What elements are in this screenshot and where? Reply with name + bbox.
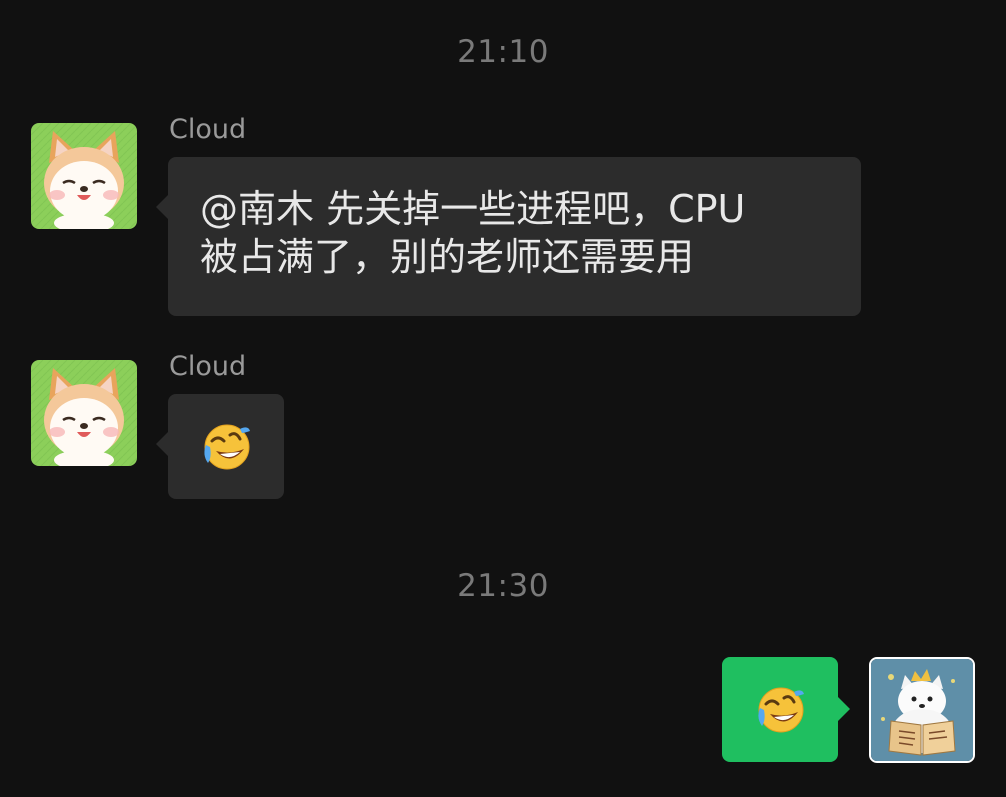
shiba-dog-avatar-icon	[31, 360, 137, 466]
timestamp: 21:10	[457, 34, 549, 70]
sender-avatar[interactable]	[31, 123, 137, 229]
sender-name: Cloud	[169, 351, 247, 382]
message-text-line: @南木 先关掉一些进程吧，CPU	[200, 187, 746, 231]
own-avatar[interactable]	[869, 657, 975, 763]
sender-name: Cloud	[169, 114, 247, 145]
message-bubble[interactable]	[156, 394, 284, 499]
laughing-crying-emoji-icon	[754, 684, 806, 736]
white-dog-reading-book-avatar-icon	[871, 659, 973, 761]
timestamp: 21:30	[457, 568, 549, 604]
sender-avatar[interactable]	[31, 360, 137, 466]
laughing-crying-emoji-icon	[200, 421, 252, 473]
shiba-dog-avatar-icon	[31, 123, 137, 229]
message-bubble[interactable]: @南木 先关掉一些进程吧，CPU 被占满了，别的老师还需要用	[156, 157, 861, 316]
message-text-line: 被占满了，别的老师还需要用	[200, 235, 695, 279]
own-message-bubble[interactable]	[722, 657, 850, 762]
